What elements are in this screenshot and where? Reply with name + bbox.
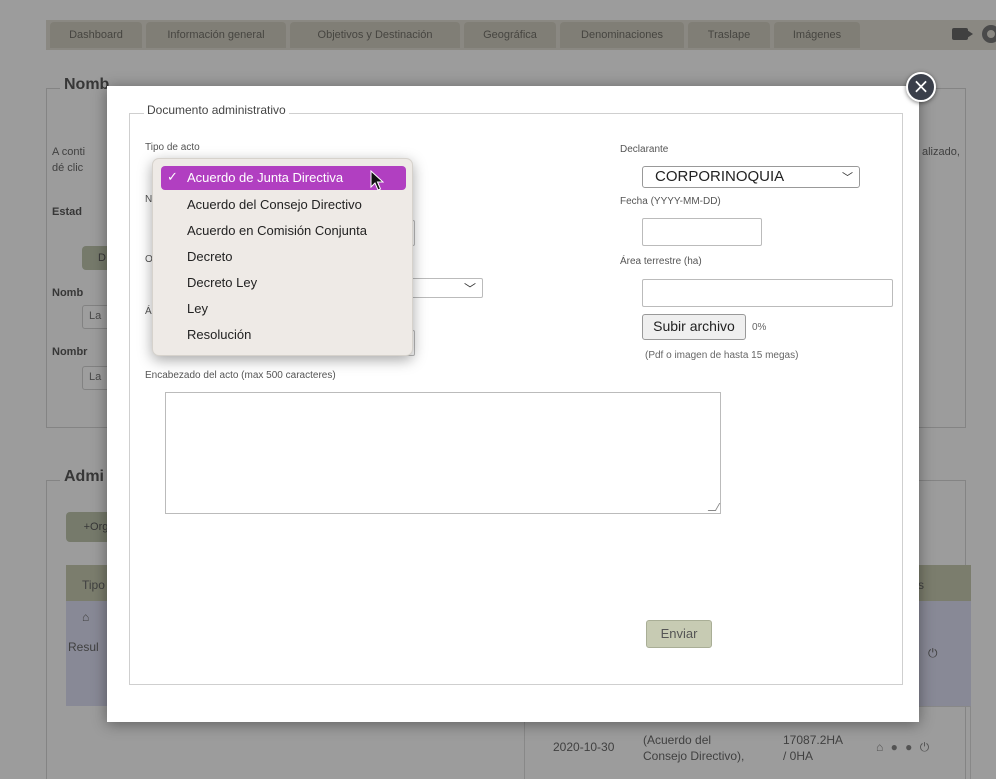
checkmark-icon: ✓ bbox=[167, 170, 178, 185]
partial-select-o[interactable]: ﹀ bbox=[403, 278, 483, 298]
close-icon[interactable]: × bbox=[906, 72, 936, 102]
tipo-acto-option[interactable]: Ley bbox=[161, 297, 406, 321]
subir-archivo-button[interactable]: Subir archivo bbox=[642, 314, 746, 340]
tipo-acto-option[interactable]: Acuerdo del Consejo Directivo bbox=[161, 193, 406, 217]
tipo-acto-option-label: Acuerdo del Consejo Directivo bbox=[187, 197, 362, 212]
declarante-label: Declarante bbox=[620, 144, 669, 155]
tipo-acto-option-label: Decreto bbox=[187, 249, 233, 264]
tipo-acto-option-label: Acuerdo de Junta Directiva bbox=[187, 170, 344, 185]
tipo-acto-label: Tipo de acto bbox=[145, 142, 200, 153]
upload-hint: (Pdf o imagen de hasta 15 megas) bbox=[645, 350, 799, 361]
resize-handle-icon[interactable] bbox=[707, 503, 721, 511]
encabezado-textarea[interactable] bbox=[165, 392, 721, 514]
fecha-input[interactable] bbox=[642, 218, 762, 246]
tipo-acto-option[interactable]: Decreto Ley bbox=[161, 271, 406, 295]
tipo-acto-option[interactable]: Decreto bbox=[161, 245, 406, 269]
tipo-acto-option-label: Decreto Ley bbox=[187, 275, 258, 290]
tipo-acto-option[interactable]: Acuerdo en Comisión Conjunta bbox=[161, 219, 406, 243]
chevron-down-icon: ﹀ bbox=[842, 171, 853, 184]
chevron-down-icon: ﹀ bbox=[463, 282, 476, 296]
partial-label-a: Á bbox=[145, 306, 152, 317]
enviar-button[interactable]: Enviar bbox=[646, 620, 712, 648]
tipo-acto-option-label: Ley bbox=[187, 301, 208, 316]
tipo-acto-option[interactable]: Resolución bbox=[161, 323, 406, 347]
mouse-cursor-icon bbox=[370, 170, 384, 191]
area-terrestre-input[interactable] bbox=[642, 279, 893, 307]
encabezado-label: Encabezado del acto (max 500 caracteres) bbox=[145, 370, 336, 381]
tipo-acto-option-label: Acuerdo en Comisión Conjunta bbox=[187, 223, 367, 238]
upload-progress-text: 0% bbox=[752, 322, 767, 333]
declarante-select[interactable]: CORPORINOQUIA ﹀ bbox=[642, 166, 860, 188]
tipo-acto-option-label: Resolución bbox=[187, 327, 252, 342]
declarante-select-value: CORPORINOQUIA bbox=[655, 168, 785, 185]
fecha-label: Fecha (YYYY-MM-DD) bbox=[620, 196, 721, 207]
documento-legend: Documento administrativo bbox=[144, 103, 289, 117]
area-terrestre-label: Área terrestre (ha) bbox=[620, 256, 702, 267]
